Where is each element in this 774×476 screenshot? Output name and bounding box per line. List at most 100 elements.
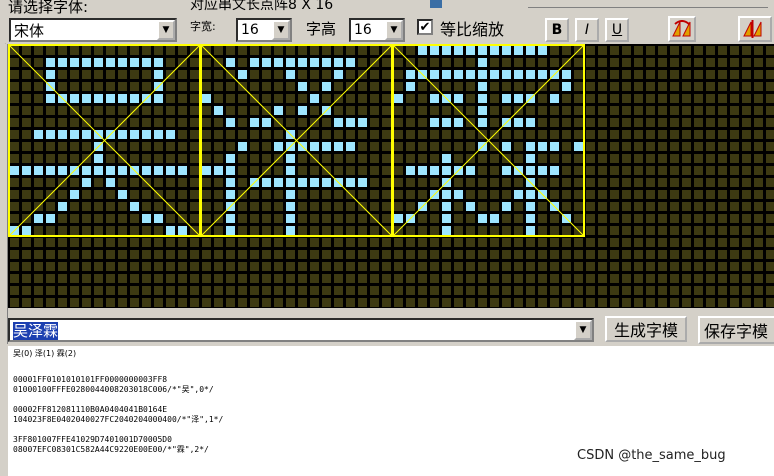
dot-matrix-svg[interactable] (8, 44, 774, 308)
pixel-off (742, 214, 751, 223)
pixel-off (574, 118, 583, 127)
pixel-off (22, 202, 31, 211)
proportional-checkbox[interactable]: ✔ (417, 19, 433, 35)
pixel-off (142, 226, 151, 235)
dot-matrix-canvas[interactable] (8, 44, 774, 308)
pixel-off (262, 142, 271, 151)
pixel-off (142, 202, 151, 211)
pixel-off (250, 130, 259, 139)
pixel-off (634, 82, 643, 91)
pixel-on (442, 166, 451, 175)
pixel-off (106, 46, 115, 55)
pixel-off (382, 142, 391, 151)
pixel-off (10, 94, 19, 103)
pixel-off (334, 190, 343, 199)
pixel-off (70, 154, 79, 163)
save-button[interactable]: 保存字模 (698, 316, 774, 344)
pixel-off (226, 238, 235, 247)
pixel-off (430, 106, 439, 115)
pixel-off (598, 262, 607, 271)
pixel-on (442, 190, 451, 199)
pixel-off (550, 46, 559, 55)
pixel-off (214, 70, 223, 79)
chevron-down-icon[interactable]: ▼ (385, 20, 403, 40)
pixel-off (706, 202, 715, 211)
pixel-off (622, 106, 631, 115)
pixel-off (502, 250, 511, 259)
mirror-button[interactable] (738, 16, 772, 42)
chevron-down-icon[interactable]: ▼ (272, 20, 290, 40)
pixel-off (550, 82, 559, 91)
pixel-off (190, 118, 199, 127)
text-input-combo[interactable]: 吴泽霖 ▼ (8, 318, 594, 342)
pixel-off (178, 106, 187, 115)
underline-button[interactable]: U (605, 18, 629, 42)
pixel-off (538, 262, 547, 271)
pixel-off (286, 82, 295, 91)
pixel-off (118, 106, 127, 115)
pixel-off (454, 130, 463, 139)
pixel-off (670, 286, 679, 295)
pixel-on (526, 46, 535, 55)
pixel-off (202, 190, 211, 199)
pixel-off (622, 118, 631, 127)
pixel-off (154, 106, 163, 115)
pixel-off (478, 226, 487, 235)
pixel-off (358, 94, 367, 103)
pixel-on (286, 190, 295, 199)
pixel-off (190, 178, 199, 187)
pixel-off (406, 178, 415, 187)
pixel-off (598, 214, 607, 223)
pixel-off (598, 178, 607, 187)
pixel-off (442, 262, 451, 271)
italic-button[interactable]: I (575, 18, 599, 42)
pixel-off (178, 250, 187, 259)
pixel-off (430, 226, 439, 235)
pixel-off (226, 142, 235, 151)
pixel-off (178, 118, 187, 127)
font-select[interactable]: 宋体 ▼ (9, 18, 177, 42)
pixel-off (334, 262, 343, 271)
pixel-off (550, 178, 559, 187)
char-height-select[interactable]: 16 ▼ (349, 18, 405, 42)
pixel-on (166, 166, 175, 175)
pixel-off (562, 238, 571, 247)
chevron-down-icon[interactable]: ▼ (157, 20, 175, 40)
top-scroll-controls[interactable] (528, 0, 768, 8)
pixel-on (478, 46, 487, 55)
bold-button[interactable]: B (545, 18, 569, 42)
pixel-off (718, 82, 727, 91)
pixel-off (346, 286, 355, 295)
pixel-off (142, 142, 151, 151)
pixel-off (658, 82, 667, 91)
pixel-off (646, 46, 655, 55)
pixel-on (490, 214, 499, 223)
pixel-off (46, 250, 55, 259)
pixel-off (10, 154, 19, 163)
pixel-off (226, 274, 235, 283)
char-width-select[interactable]: 16 ▼ (236, 18, 292, 42)
pixel-on (322, 82, 331, 91)
chevron-down-icon[interactable]: ▼ (574, 320, 592, 340)
pixel-off (274, 202, 283, 211)
pixel-off (334, 46, 343, 55)
pixel-off (94, 214, 103, 223)
pixel-off (298, 262, 307, 271)
pixel-off (382, 94, 391, 103)
pixel-off (634, 202, 643, 211)
generate-button[interactable]: 生成字模 (605, 316, 687, 342)
pixel-on (430, 70, 439, 79)
pixel-off (442, 58, 451, 67)
pixel-off (742, 238, 751, 247)
rotate-button[interactable] (668, 16, 696, 42)
pixel-on (46, 166, 55, 175)
pixel-off (670, 58, 679, 67)
pixel-off (46, 46, 55, 55)
text-input-value[interactable]: 吴泽霖 (13, 321, 59, 340)
pixel-on (526, 226, 535, 235)
pixel-off (190, 262, 199, 271)
pixel-off (466, 58, 475, 67)
pixel-off (190, 166, 199, 175)
slider-thumb[interactable] (430, 0, 442, 8)
pixel-off (718, 274, 727, 283)
